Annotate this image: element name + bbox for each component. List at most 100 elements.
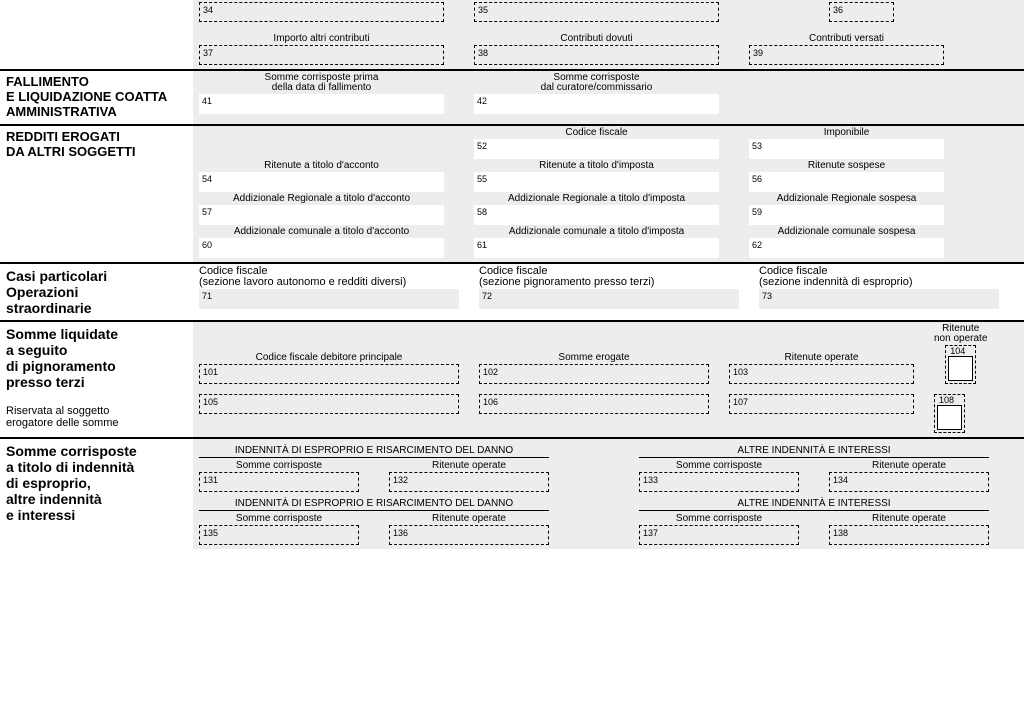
label-71: Codice fiscale (sezione lavoro autonomo … — [199, 266, 459, 289]
input-42[interactable]: 42 — [474, 94, 719, 114]
num-41: 41 — [202, 96, 212, 106]
field-59: Addizionale Regionale sospesa 59 — [749, 194, 944, 225]
input-60[interactable]: 60 — [199, 238, 444, 258]
section-esproprio-label: Somme corrisposte a titolo di indennità … — [0, 439, 193, 549]
input-71[interactable]: 71 — [199, 289, 459, 309]
label-137: Somme corrisposte — [676, 514, 762, 524]
input-101[interactable]: 101 — [199, 364, 459, 384]
field-107: 107 — [729, 394, 914, 414]
label-37: Importo altri contributi — [273, 34, 369, 44]
num-136: 136 — [393, 528, 408, 538]
input-39[interactable]: 39 — [749, 45, 944, 65]
input-37[interactable]: 37 — [199, 45, 444, 65]
input-138[interactable]: 138 — [829, 525, 989, 545]
label-72: Codice fiscale (sezione pignoramento pre… — [479, 266, 739, 289]
num-106: 106 — [483, 397, 498, 407]
input-136[interactable]: 136 — [389, 525, 549, 545]
input-38[interactable]: 38 — [474, 45, 719, 65]
field-131: Somme corrisposte 131 — [199, 461, 359, 492]
input-36[interactable]: 36 — [829, 2, 894, 22]
input-73[interactable]: 73 — [759, 289, 999, 309]
input-137[interactable]: 137 — [639, 525, 799, 545]
num-105: 105 — [203, 397, 218, 407]
input-58[interactable]: 58 — [474, 205, 719, 225]
label-131: Somme corrisposte — [236, 461, 322, 471]
section-pignoramento-sub: Riservata al soggetto erogatore delle so… — [6, 405, 187, 429]
num-55: 55 — [477, 174, 487, 184]
field-54: Ritenute a titolo d'acconto 54 — [199, 161, 444, 192]
field-132: Ritenute operate 132 — [389, 461, 549, 492]
input-105[interactable]: 105 — [199, 394, 459, 414]
num-73: 73 — [762, 291, 772, 301]
num-57: 57 — [202, 207, 212, 217]
input-104[interactable] — [948, 356, 973, 381]
input-134[interactable]: 134 — [829, 472, 989, 492]
input-35[interactable]: 35 — [474, 2, 719, 22]
field-101: Codice fiscale debitore principale 101 — [199, 353, 459, 384]
input-52[interactable]: 52 — [474, 139, 719, 159]
group-title-2a: ALTRE INDENNITÀ E INTERESSI — [639, 445, 989, 456]
group-indennita-1: INDENNITÀ DI ESPROPRIO E RISARCIMENTO DE… — [199, 445, 549, 492]
field-105: 105 — [199, 394, 459, 414]
num-52: 52 — [477, 141, 487, 151]
label-41: Somme corrisposte prima della data di fa… — [265, 73, 379, 93]
input-53[interactable]: 53 — [749, 139, 944, 159]
input-103[interactable]: 103 — [729, 364, 914, 384]
input-57[interactable]: 57 — [199, 205, 444, 225]
label-58: Addizionale Regionale a titolo d'imposta — [508, 194, 685, 204]
field-39: Contributi versati 39 — [749, 34, 944, 65]
label-39: Contributi versati — [809, 34, 884, 44]
num-131: 131 — [203, 475, 218, 485]
num-38: 38 — [478, 48, 488, 58]
num-58: 58 — [477, 207, 487, 217]
num-107: 107 — [733, 397, 748, 407]
num-101: 101 — [203, 367, 218, 377]
label-134: Ritenute operate — [872, 461, 946, 471]
input-62[interactable]: 62 — [749, 238, 944, 258]
input-106[interactable]: 106 — [479, 394, 709, 414]
field-138: Ritenute operate 138 — [829, 514, 989, 545]
label-136: Ritenute operate — [432, 514, 506, 524]
input-108[interactable] — [937, 405, 962, 430]
input-132[interactable]: 132 — [389, 472, 549, 492]
input-135[interactable]: 135 — [199, 525, 359, 545]
num-54: 54 — [202, 174, 212, 184]
label-60: Addizionale comunale a titolo d'acconto — [234, 227, 409, 237]
input-107[interactable]: 107 — [729, 394, 914, 414]
num-108: 108 — [939, 395, 954, 405]
input-54[interactable]: 54 — [199, 172, 444, 192]
num-34: 34 — [203, 5, 213, 15]
input-102[interactable]: 102 — [479, 364, 709, 384]
num-62: 62 — [752, 240, 762, 250]
field-35: 35 — [474, 2, 719, 22]
num-36: 36 — [833, 5, 843, 15]
num-132: 132 — [393, 475, 408, 485]
label-61: Addizionale comunale a titolo d'imposta — [509, 227, 684, 237]
label-102: Somme erogate — [558, 353, 629, 363]
field-58: Addizionale Regionale a titolo d'imposta… — [474, 194, 719, 225]
field-62: Addizionale comunale sospesa 62 — [749, 227, 944, 258]
field-106: 106 — [479, 394, 709, 414]
field-72: Codice fiscale (sezione pignoramento pre… — [479, 266, 739, 309]
num-39: 39 — [753, 48, 763, 58]
num-42: 42 — [477, 96, 487, 106]
input-55[interactable]: 55 — [474, 172, 719, 192]
input-131[interactable]: 131 — [199, 472, 359, 492]
input-34[interactable]: 34 — [199, 2, 444, 22]
input-59[interactable]: 59 — [749, 205, 944, 225]
field-136: Ritenute operate 136 — [389, 514, 549, 545]
input-133[interactable]: 133 — [639, 472, 799, 492]
section-fallimento-label: FALLIMENTO E LIQUIDAZIONE COATTA AMMINIS… — [0, 71, 193, 124]
num-103: 103 — [733, 367, 748, 377]
num-35: 35 — [478, 5, 488, 15]
input-61[interactable]: 61 — [474, 238, 719, 258]
section-redditi-label: REDDITI EROGATI DA ALTRI SOGGETTI — [0, 126, 193, 262]
field-53: Imponibile 53 — [749, 128, 944, 159]
label-62: Addizionale comunale sospesa — [778, 227, 916, 237]
num-137: 137 — [643, 528, 658, 538]
input-72[interactable]: 72 — [479, 289, 739, 309]
input-41[interactable]: 41 — [199, 94, 444, 114]
input-56[interactable]: 56 — [749, 172, 944, 192]
field-103: Ritenute operate 103 — [729, 353, 914, 384]
label-133: Somme corrisposte — [676, 461, 762, 471]
